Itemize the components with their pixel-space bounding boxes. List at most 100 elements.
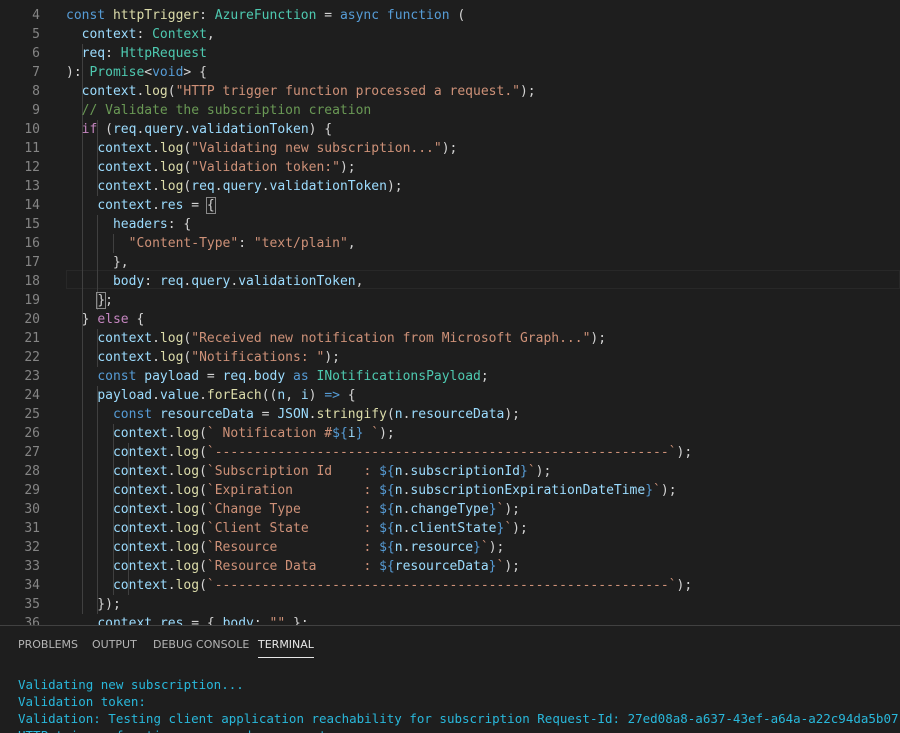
code-token: } xyxy=(96,292,107,309)
code-token: => xyxy=(324,388,340,403)
code-text: context.log(`Expiration : ${n.subscripti… xyxy=(66,481,677,500)
code-token: res xyxy=(159,616,184,625)
code-token: = xyxy=(316,8,340,23)
code-token: { xyxy=(128,312,145,327)
code-token: ( xyxy=(199,502,207,517)
code-line: 20 } else { xyxy=(0,310,900,329)
line-number: 11 xyxy=(24,141,40,156)
code-token: context xyxy=(112,445,168,460)
code-line: 13 context.log(req.query.validationToken… xyxy=(0,177,900,196)
line-number: 34 xyxy=(24,578,40,593)
code-token: log xyxy=(175,559,200,574)
code-text: headers: { xyxy=(66,215,191,234)
code-token: . xyxy=(167,464,176,479)
code-token: `---------------------------------------… xyxy=(206,445,677,460)
code-token: req xyxy=(191,179,215,194)
code-line: 28 context.log(`Subscription Id : ${n.su… xyxy=(0,462,900,481)
line-number: 9 xyxy=(32,103,40,118)
code-token: , xyxy=(206,27,215,42)
code-line: 4 const httpTrigger: AzureFunction = asyn… xyxy=(0,6,900,25)
code-token: `---------------------------------------… xyxy=(206,578,677,593)
code-text: context: Context, xyxy=(66,25,215,44)
code-token: : xyxy=(136,27,153,42)
code-token: n xyxy=(394,483,403,498)
code-line: 15 headers: { xyxy=(0,215,900,234)
code-token: log xyxy=(175,521,200,536)
code-token: log xyxy=(159,350,184,365)
code-token: } xyxy=(488,559,497,574)
code-token: const xyxy=(112,407,160,422)
code-token: ; xyxy=(105,293,113,308)
code-token: log xyxy=(175,540,200,555)
code-token: query xyxy=(144,122,184,137)
code-token: ( xyxy=(199,540,207,555)
code-token: . xyxy=(152,160,160,175)
code-token: n xyxy=(394,502,403,517)
code-token: = xyxy=(253,407,278,422)
line-number: 30 xyxy=(24,502,40,517)
code-token: ( xyxy=(199,426,207,441)
code-token: n xyxy=(394,464,403,479)
code-token: stringify xyxy=(316,407,387,422)
code-token: . xyxy=(167,578,176,593)
terminal-line: Validation: Testing client application r… xyxy=(18,711,899,726)
code-token: context xyxy=(97,179,153,194)
line-number: 24 xyxy=(24,388,40,403)
code-token: "Validating new subscription..." xyxy=(191,141,442,156)
code-token: , xyxy=(285,388,301,403)
code-token: ); xyxy=(504,502,520,517)
code-text: const resourceData = JSON.stringify(n.re… xyxy=(66,405,520,424)
line-number: 19 xyxy=(24,293,40,308)
code-line: 10 if (req.query.validationToken) { xyxy=(0,120,900,139)
code-token: `Client State : xyxy=(206,521,380,536)
code-token: ${ xyxy=(379,559,395,574)
code-token: . xyxy=(152,141,160,156)
code-line: 19 }; xyxy=(0,291,900,310)
code-token: resourceData xyxy=(410,407,505,422)
code-token: ` xyxy=(527,464,536,479)
code-token: . xyxy=(152,388,160,403)
code-token: ( xyxy=(199,559,207,574)
code-token: } xyxy=(473,540,481,555)
code-token: . xyxy=(152,179,160,194)
code-token: context xyxy=(97,160,153,175)
code-token: ); xyxy=(660,483,677,498)
tab-output[interactable]: OUTPUT xyxy=(92,638,137,651)
code-token: AzureFunction xyxy=(214,8,317,23)
tab-problems[interactable]: PROBLEMS xyxy=(18,638,78,651)
tab-terminal[interactable]: TERMINAL xyxy=(258,638,314,658)
code-token: async xyxy=(339,8,387,23)
tab-debug-console[interactable]: DEBUG CONSOLE xyxy=(153,638,249,651)
code-token: ); xyxy=(519,84,536,99)
code-token: "Validation token:" xyxy=(191,160,340,175)
code-token: ); xyxy=(504,407,520,422)
code-line: 26 context.log(` Notification #${i} `); xyxy=(0,424,900,443)
code-token: ); xyxy=(441,141,458,156)
code-token: context xyxy=(112,578,168,593)
code-token: log xyxy=(144,84,168,99)
code-token: ( xyxy=(199,578,207,593)
code-token: "Received new notification from Microsof… xyxy=(191,331,591,346)
line-number: 25 xyxy=(24,407,40,422)
code-token: ); xyxy=(535,464,552,479)
code-token: JSON xyxy=(277,407,309,422)
line-number: 32 xyxy=(24,540,40,555)
code-text: context.log(`Subscription Id : ${n.subsc… xyxy=(66,462,551,481)
terminal-line: Validation token: xyxy=(18,694,146,709)
code-line: 21 context.log("Received new notificatio… xyxy=(0,329,900,348)
code-token: context xyxy=(112,559,168,574)
code-line: 8 context.log("HTTP trigger function pro… xyxy=(0,82,900,101)
code-editor[interactable]: 4 const httpTrigger: AzureFunction = asyn… xyxy=(0,0,900,625)
code-token: void xyxy=(152,65,184,80)
code-token: n xyxy=(394,407,403,422)
code-token: ); xyxy=(386,179,403,194)
code-token: ` xyxy=(653,483,661,498)
